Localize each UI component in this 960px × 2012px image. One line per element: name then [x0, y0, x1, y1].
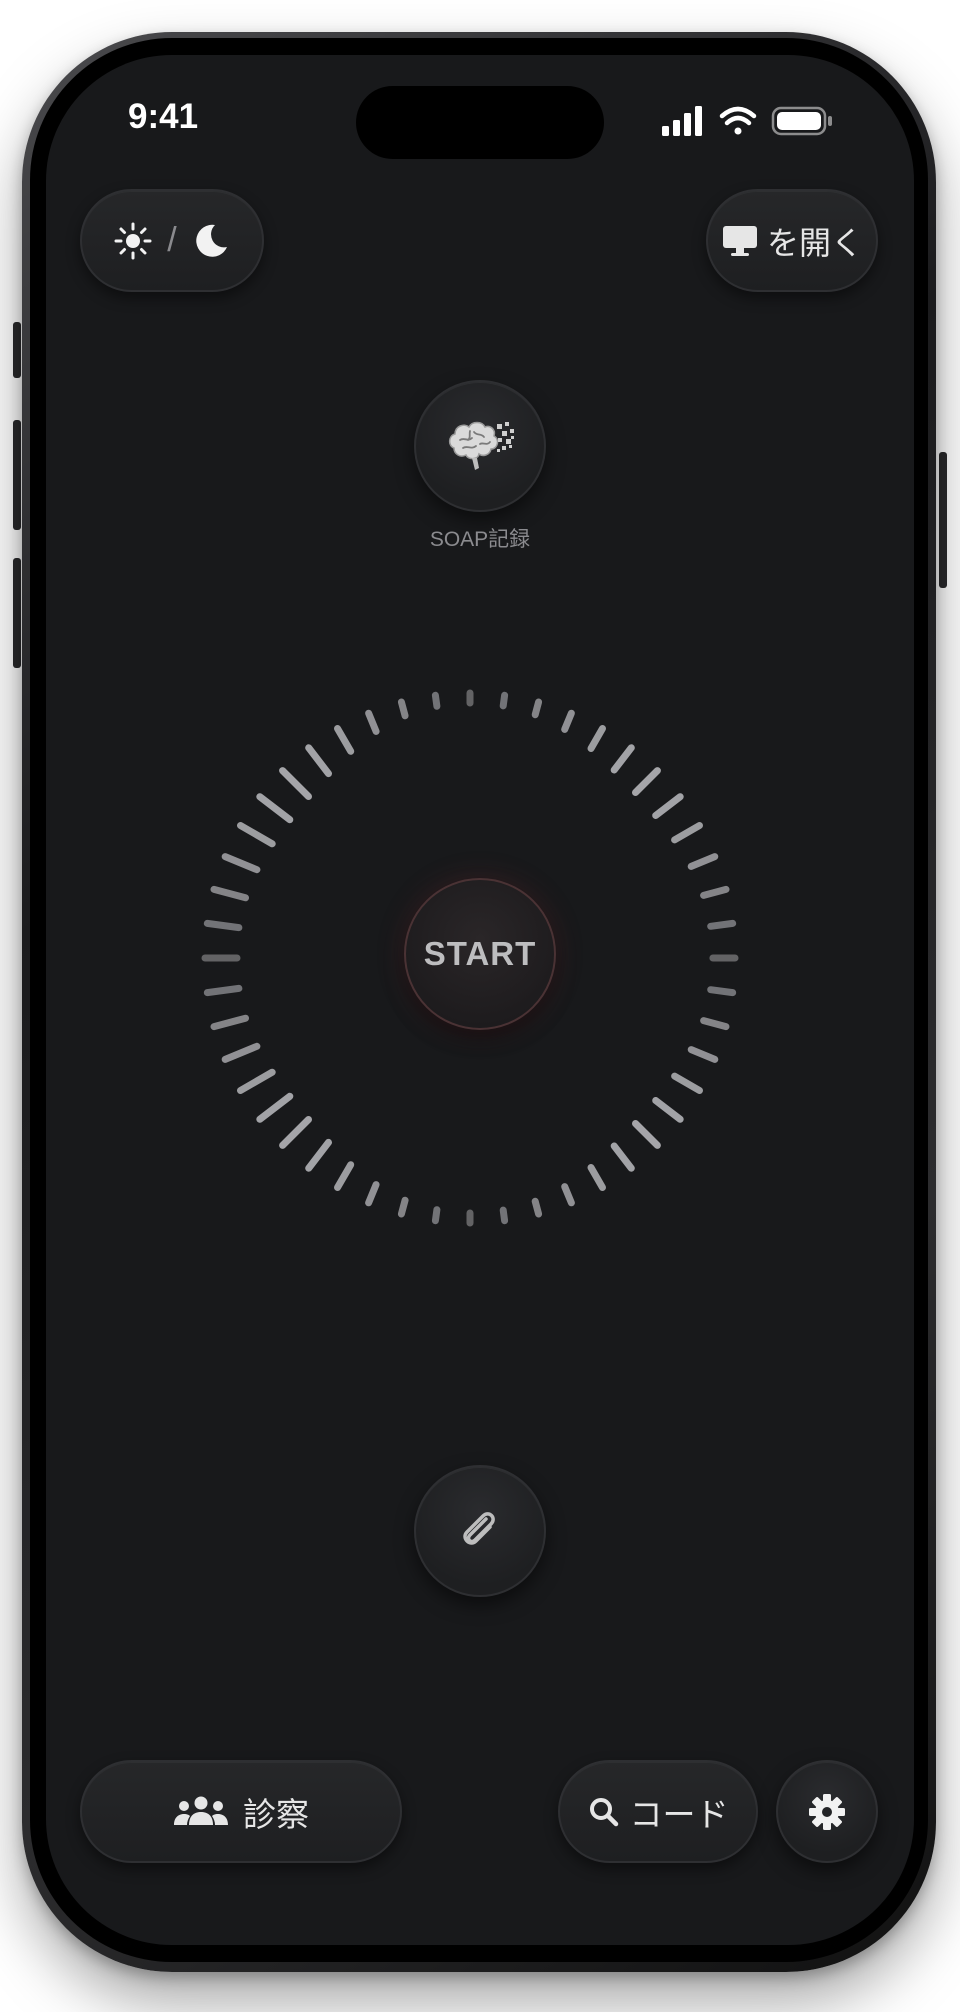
cellular-signal-icon	[662, 106, 702, 136]
paperclip-icon	[463, 1512, 495, 1545]
level-tick	[221, 853, 261, 874]
sun-icon	[114, 222, 152, 259]
code-label: コード	[629, 1795, 729, 1833]
level-tick	[652, 793, 684, 819]
level-tick	[203, 919, 243, 932]
level-tick	[587, 1164, 606, 1191]
dynamic-island	[356, 86, 604, 159]
level-tick	[237, 1068, 276, 1094]
level-tick	[610, 744, 635, 774]
level-tick	[237, 822, 276, 848]
attachment-button[interactable]	[414, 1465, 546, 1597]
level-tick	[499, 691, 509, 710]
status-icons	[662, 106, 832, 136]
theme-toggle-button[interactable]: /	[80, 189, 264, 292]
status-time: 9:41	[128, 97, 199, 136]
level-tick	[652, 1097, 684, 1123]
wifi-icon	[719, 106, 757, 135]
level-tick	[210, 1014, 249, 1031]
open-button-label: を開く	[766, 224, 863, 261]
consultation-button[interactable]: 診察	[80, 1760, 402, 1863]
level-tick	[707, 986, 737, 997]
open-desktop-button[interactable]: を開く	[706, 189, 878, 292]
volume-down-button	[13, 558, 21, 668]
level-tick	[700, 885, 730, 899]
level-tick	[203, 984, 243, 997]
level-tick	[707, 919, 737, 930]
level-tick	[365, 1181, 380, 1207]
consultation-label: 診察	[243, 1795, 309, 1833]
start-button[interactable]: START	[404, 878, 556, 1030]
battery-icon	[771, 106, 832, 136]
device-mockup: 9:41 / を開く SOAP記録 START 診察 コード	[0, 0, 960, 2012]
level-tick	[687, 853, 719, 870]
level-tick	[365, 709, 380, 735]
start-label: START	[423, 935, 537, 972]
level-tick	[561, 1183, 575, 1207]
level-tick	[561, 709, 575, 733]
search-icon	[589, 1797, 618, 1826]
level-tick	[531, 1197, 543, 1218]
level-tick	[210, 885, 249, 902]
level-tick	[499, 1206, 509, 1225]
code-search-button[interactable]: コード	[558, 1760, 758, 1863]
level-tick	[531, 698, 543, 719]
level-tick	[610, 1142, 635, 1172]
level-tick	[221, 1042, 261, 1063]
level-tick	[279, 767, 312, 800]
level-tick	[632, 1120, 661, 1149]
power-button	[939, 452, 947, 588]
soap-record-button[interactable]	[414, 380, 546, 512]
action-button	[13, 322, 21, 378]
level-tick	[256, 1092, 294, 1123]
moon-icon	[195, 224, 227, 257]
level-tick	[687, 1046, 719, 1063]
level-tick	[397, 698, 409, 720]
volume-up-button	[13, 420, 21, 530]
level-tick	[279, 1116, 312, 1149]
brain-icon	[448, 421, 514, 470]
level-tick	[671, 1072, 703, 1094]
level-tick	[587, 725, 606, 752]
level-tick	[431, 1206, 441, 1225]
level-tick	[397, 1196, 409, 1218]
level-tick	[334, 1161, 355, 1191]
level-tick	[305, 1138, 332, 1172]
level-tick	[431, 691, 441, 710]
gear-icon	[809, 1793, 845, 1830]
level-tick	[671, 822, 703, 844]
desktop-monitor-icon	[722, 225, 757, 256]
level-tick	[700, 1017, 730, 1031]
soap-label: SOAP記録	[429, 528, 531, 551]
level-tick	[256, 793, 294, 824]
users-group-icon	[174, 1796, 228, 1825]
level-tick	[334, 725, 355, 755]
settings-button[interactable]	[776, 1760, 878, 1863]
level-tick	[305, 744, 332, 778]
theme-separator: /	[167, 221, 177, 259]
level-tick	[632, 767, 661, 796]
